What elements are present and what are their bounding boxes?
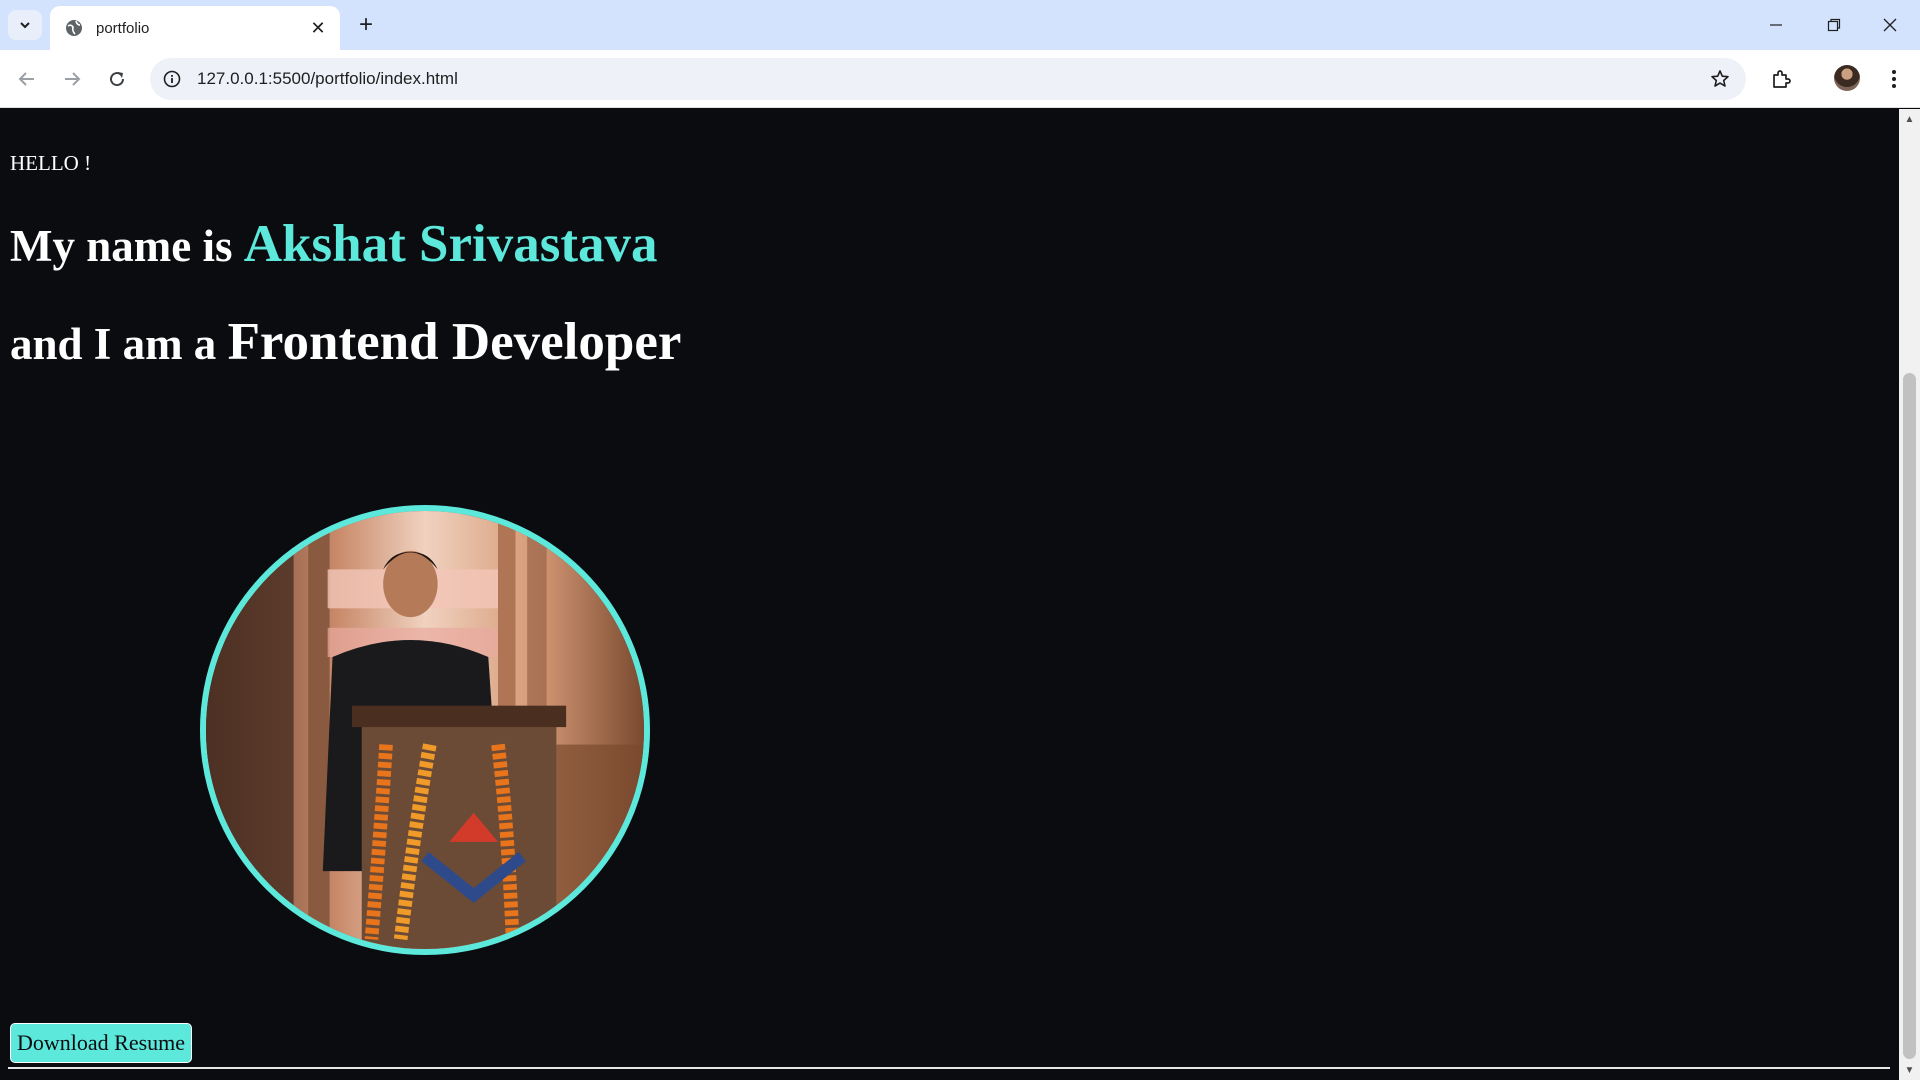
person-name: Akshat Srivastava xyxy=(243,215,658,273)
tab-search-button[interactable] xyxy=(8,10,42,40)
scrollbar[interactable]: ▲ ▼ xyxy=(1899,109,1920,1080)
extensions-icon[interactable] xyxy=(1767,65,1795,93)
intro-prefix: My name is xyxy=(10,221,233,271)
back-icon[interactable] xyxy=(10,62,44,96)
tab-portfolio[interactable]: portfolio ✕ xyxy=(50,6,340,50)
browser-toolbar: 127.0.0.1:5500/portfolio/index.html xyxy=(0,50,1920,108)
scroll-down-icon[interactable]: ▼ xyxy=(1899,1060,1920,1080)
greeting-text: HELLO ! xyxy=(10,151,92,175)
role-title: Frontend Developer xyxy=(227,313,682,371)
close-icon[interactable]: ✕ xyxy=(306,16,330,40)
plus-icon[interactable]: + xyxy=(352,11,380,39)
more-menu-icon[interactable] xyxy=(1880,65,1908,93)
scrollbar-thumb[interactable] xyxy=(1903,373,1916,1059)
star-icon[interactable] xyxy=(1708,67,1732,91)
globe-icon xyxy=(64,18,84,38)
url-text: 127.0.0.1:5500/portfolio/index.html xyxy=(197,69,458,88)
intro-heading: My name is Akshat Srivastava xyxy=(10,214,658,274)
download-resume-button[interactable]: Download Resume xyxy=(10,1023,193,1063)
forward-icon[interactable] xyxy=(55,62,89,96)
close-window-icon[interactable] xyxy=(1862,0,1918,50)
profile-avatar[interactable] xyxy=(1834,65,1860,91)
browser-tab-bar: portfolio ✕ + xyxy=(0,0,1920,50)
role-prefix: and I am a xyxy=(10,319,217,369)
info-icon[interactable] xyxy=(160,67,184,91)
scroll-up-icon[interactable]: ▲ xyxy=(1899,109,1920,129)
address-bar[interactable]: 127.0.0.1:5500/portfolio/index.html xyxy=(150,58,1746,100)
reload-icon[interactable] xyxy=(100,62,134,96)
role-heading: and I am a Frontend Developer xyxy=(10,312,681,372)
restore-icon[interactable] xyxy=(1806,0,1862,50)
tab-title: portfolio xyxy=(96,19,150,37)
minimize-icon[interactable] xyxy=(1748,0,1804,50)
divider xyxy=(8,1067,1890,1069)
page-viewport: HELLO ! My name is Akshat Srivastava and… xyxy=(0,109,1899,1080)
chevron-down-icon xyxy=(20,22,30,29)
profile-photo xyxy=(200,505,650,955)
